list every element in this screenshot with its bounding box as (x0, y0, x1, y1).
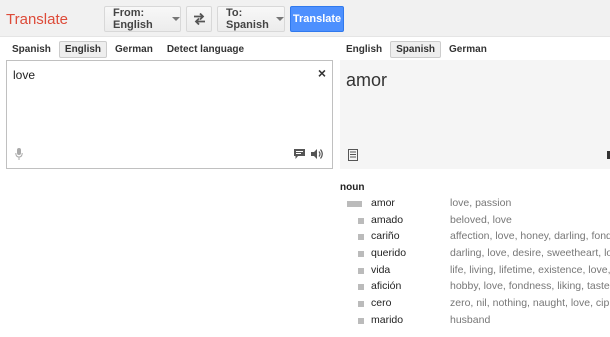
speaker-icon[interactable] (311, 148, 324, 160)
frequency-bar (358, 284, 364, 291)
dictionary-synonyms[interactable]: affection, love, honey, darling, fondnes… (450, 230, 610, 242)
clear-icon[interactable]: × (318, 65, 326, 81)
dictionary-term[interactable]: amado (371, 214, 403, 226)
app-title: Translate (6, 11, 68, 28)
dictionary-term[interactable]: cero (371, 297, 391, 309)
source-tab-english[interactable]: English (58, 40, 108, 58)
dictionary-term[interactable]: amor (371, 197, 395, 209)
source-tab-german[interactable]: German (109, 41, 159, 58)
dictionary-synonyms[interactable]: darling, love, desire, sweetheart, love (450, 247, 610, 259)
comment-icon[interactable] (294, 149, 305, 159)
to-language-label: To: Spanish (226, 7, 269, 31)
result-box: amor (340, 60, 610, 169)
dictionary-row: marido husband (340, 313, 610, 330)
dictionary-term[interactable]: querido (371, 247, 406, 259)
from-language-label: From: English (113, 7, 153, 31)
dictionary-row: amado beloved, love (340, 213, 610, 230)
dictionary-row: cariño affection, love, honey, darling, f… (340, 229, 610, 246)
dictionary-row: amor love, passion (340, 196, 610, 213)
frequency-bar (358, 301, 364, 308)
target-tab-english[interactable]: English (340, 41, 388, 58)
dictionary-term[interactable]: marido (371, 314, 403, 326)
target-tab-spanish[interactable]: Spanish (390, 40, 442, 58)
frequency-bar (358, 234, 364, 241)
dictionary-synonyms[interactable]: love, passion (450, 197, 610, 209)
dictionary-synonyms[interactable]: husband (450, 314, 610, 326)
dictionary-row: vida life, living, lifetime, existence, l… (340, 263, 610, 280)
source-text[interactable]: love (13, 68, 35, 82)
to-language-dropdown[interactable]: To: Spanish (217, 6, 285, 32)
dictionary-row: cero zero, nil, nothing, naught, love, ci… (340, 296, 610, 313)
source-tab-spanish[interactable]: Spanish (6, 41, 57, 58)
microphone-icon[interactable] (15, 148, 23, 160)
frequency-bar (358, 267, 364, 274)
dictionary-panel: noun amor love, passion amado beloved, love… (340, 182, 610, 330)
chevron-down-icon (276, 17, 284, 21)
source-tab-detect-language[interactable]: Detect language (161, 41, 250, 58)
result-text: amor (346, 70, 388, 90)
target-language-tabs: English Spanish German (340, 40, 495, 58)
translate-button[interactable]: Translate (290, 6, 344, 32)
dictionary-row: afición hobby, love, fondness, liking, ta… (340, 279, 610, 296)
dictionary-synonyms[interactable]: life, living, lifetime, existence, love,… (450, 264, 610, 276)
dictionary-synonyms[interactable]: zero, nil, nothing, naught, love, cipher (450, 297, 610, 309)
target-tab-german[interactable]: German (443, 41, 493, 58)
dictionary-term[interactable]: cariño (371, 230, 400, 242)
dictionary-term[interactable]: afición (371, 280, 401, 292)
frequency-bar (347, 201, 362, 207)
frequency-bar (358, 317, 364, 324)
source-text-area[interactable]: love × (6, 60, 333, 169)
top-bar: Translate From: English To: Spanish Tran… (0, 0, 610, 37)
swap-languages-button[interactable] (186, 6, 212, 32)
from-language-dropdown[interactable]: From: English (104, 6, 181, 32)
dictionary-term[interactable]: vida (371, 264, 390, 276)
part-of-speech: noun (340, 182, 365, 193)
swap-icon (193, 13, 205, 25)
dictionary-synonyms[interactable]: hobby, love, fondness, liking, taste, p (450, 280, 610, 292)
dictionary-synonyms[interactable]: beloved, love (450, 214, 610, 226)
source-language-tabs: Spanish English German Detect language (6, 40, 252, 58)
frequency-bar (358, 251, 364, 258)
frequency-bar (358, 217, 364, 224)
chevron-down-icon (172, 17, 180, 21)
document-icon[interactable] (348, 149, 358, 161)
dictionary-row: querido darling, love, desire, sweetheart… (340, 246, 610, 263)
